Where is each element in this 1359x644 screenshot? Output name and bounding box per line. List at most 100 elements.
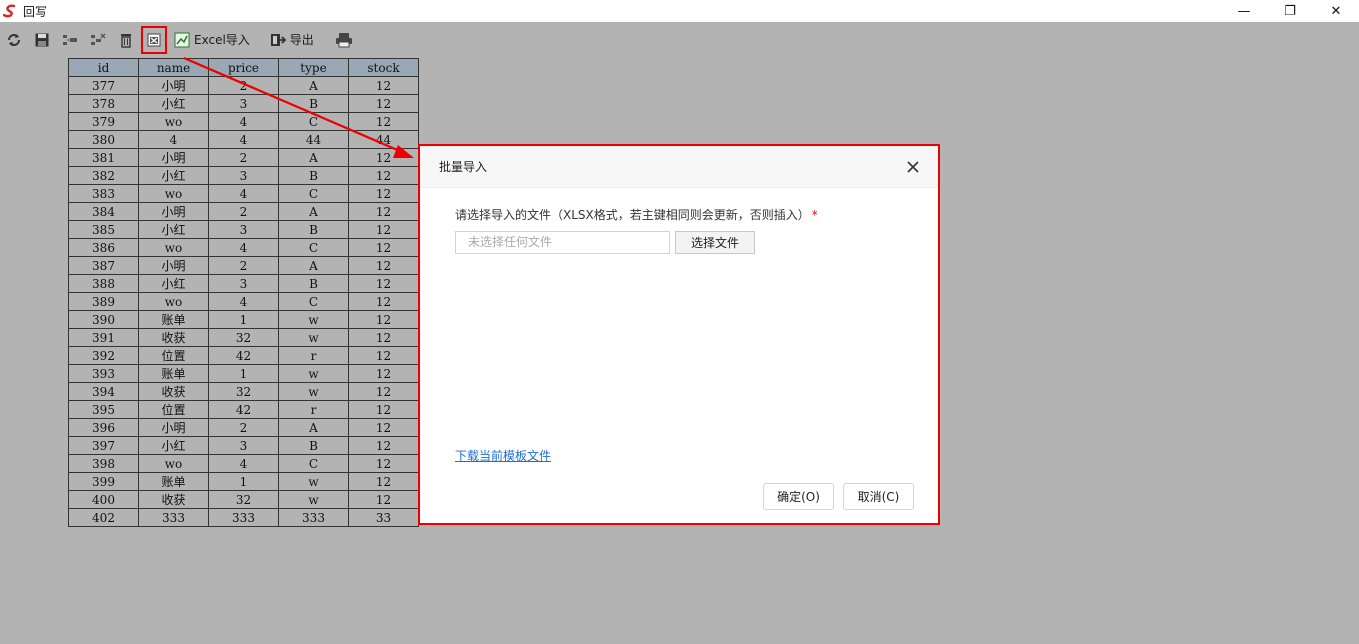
cell-price[interactable]: 4: [208, 238, 279, 257]
table-row[interactable]: 393 账单 1 w 12: [68, 364, 419, 383]
cell-name[interactable]: 333: [138, 508, 209, 527]
cell-name[interactable]: 小明: [138, 76, 209, 95]
cell-id[interactable]: 394: [68, 382, 139, 401]
cell-price[interactable]: 2: [208, 76, 279, 95]
table-row[interactable]: 387 小明 2 A 12: [68, 256, 419, 275]
cell-id[interactable]: 384: [68, 202, 139, 221]
cell-id[interactable]: 389: [68, 292, 139, 311]
table-row[interactable]: 392 位置 42 r 12: [68, 346, 419, 365]
cell-stock[interactable]: 12: [348, 76, 419, 95]
cell-type[interactable]: A: [278, 418, 349, 437]
print-button[interactable]: [330, 27, 358, 53]
cell-name[interactable]: wo: [138, 292, 209, 311]
cell-type[interactable]: C: [278, 112, 349, 131]
cell-stock[interactable]: 44: [348, 130, 419, 149]
cell-stock[interactable]: 12: [348, 310, 419, 329]
table-row[interactable]: 378 小红 3 B 12: [68, 94, 419, 113]
cell-stock[interactable]: 12: [348, 202, 419, 221]
cell-name[interactable]: 账单: [138, 472, 209, 491]
cell-type[interactable]: A: [278, 148, 349, 167]
cell-price[interactable]: 2: [208, 418, 279, 437]
cell-type[interactable]: 333: [278, 508, 349, 527]
cell-stock[interactable]: 12: [348, 94, 419, 113]
column-header-stock[interactable]: stock: [348, 58, 419, 77]
table-row[interactable]: 382 小红 3 B 12: [68, 166, 419, 185]
cell-id[interactable]: 387: [68, 256, 139, 275]
cell-stock[interactable]: 12: [348, 346, 419, 365]
dialog-close-button[interactable]: [904, 158, 922, 176]
table-row[interactable]: 389 wo 4 C 12: [68, 292, 419, 311]
table-row[interactable]: 399 账单 1 w 12: [68, 472, 419, 491]
cell-id[interactable]: 378: [68, 94, 139, 113]
cell-price[interactable]: 4: [208, 292, 279, 311]
table-row[interactable]: 395 位置 42 r 12: [68, 400, 419, 419]
column-header-type[interactable]: type: [278, 58, 349, 77]
cell-id[interactable]: 402: [68, 508, 139, 527]
cell-name[interactable]: 小红: [138, 220, 209, 239]
cell-price[interactable]: 1: [208, 310, 279, 329]
cell-type[interactable]: w: [278, 328, 349, 347]
column-header-price[interactable]: price: [208, 58, 279, 77]
cell-price[interactable]: 333: [208, 508, 279, 527]
cell-price[interactable]: 2: [208, 148, 279, 167]
table-row[interactable]: 380 4 4 44 44: [68, 130, 419, 149]
cell-name[interactable]: wo: [138, 112, 209, 131]
cell-id[interactable]: 379: [68, 112, 139, 131]
table-row[interactable]: 377 小明 2 A 12: [68, 76, 419, 95]
ok-button[interactable]: 确定(O): [763, 483, 834, 510]
cell-type[interactable]: w: [278, 382, 349, 401]
cell-price[interactable]: 4: [208, 184, 279, 203]
cell-name[interactable]: 收获: [138, 328, 209, 347]
cell-id[interactable]: 398: [68, 454, 139, 473]
cell-price[interactable]: 42: [208, 346, 279, 365]
table-row[interactable]: 398 wo 4 C 12: [68, 454, 419, 473]
cell-name[interactable]: 小明: [138, 256, 209, 275]
cell-stock[interactable]: 12: [348, 436, 419, 455]
cell-type[interactable]: w: [278, 490, 349, 509]
cell-type[interactable]: C: [278, 454, 349, 473]
cell-type[interactable]: C: [278, 184, 349, 203]
cell-name[interactable]: wo: [138, 454, 209, 473]
cell-id[interactable]: 380: [68, 130, 139, 149]
cell-price[interactable]: 3: [208, 166, 279, 185]
cell-stock[interactable]: 12: [348, 418, 419, 437]
cell-id[interactable]: 393: [68, 364, 139, 383]
cell-stock[interactable]: 33: [348, 508, 419, 527]
cell-price[interactable]: 3: [208, 436, 279, 455]
table-row[interactable]: 397 小红 3 B 12: [68, 436, 419, 455]
cell-type[interactable]: B: [278, 166, 349, 185]
refresh-button[interactable]: [0, 27, 28, 53]
cell-name[interactable]: wo: [138, 238, 209, 257]
cell-stock[interactable]: 12: [348, 274, 419, 293]
cell-name[interactable]: 位置: [138, 346, 209, 365]
table-row[interactable]: 400 收获 32 w 12: [68, 490, 419, 509]
cell-name[interactable]: 小红: [138, 166, 209, 185]
cell-name[interactable]: 小红: [138, 436, 209, 455]
table-row[interactable]: 390 账单 1 w 12: [68, 310, 419, 329]
cell-price[interactable]: 4: [208, 130, 279, 149]
insert-row-button[interactable]: [56, 27, 84, 53]
cell-id[interactable]: 397: [68, 436, 139, 455]
cell-type[interactable]: C: [278, 292, 349, 311]
column-header-name[interactable]: name: [138, 58, 209, 77]
cancel-button[interactable]: 取消(C): [843, 483, 914, 510]
excel-import-button[interactable]: Excel导入: [168, 27, 256, 53]
cell-type[interactable]: w: [278, 472, 349, 491]
batch-import-button[interactable]: [140, 25, 168, 54]
cell-stock[interactable]: 12: [348, 490, 419, 509]
cell-type[interactable]: r: [278, 346, 349, 365]
cell-name[interactable]: 小红: [138, 274, 209, 293]
cell-id[interactable]: 386: [68, 238, 139, 257]
table-row[interactable]: 383 wo 4 C 12: [68, 184, 419, 203]
cell-price[interactable]: 2: [208, 256, 279, 275]
cell-price[interactable]: 3: [208, 220, 279, 239]
cell-price[interactable]: 32: [208, 490, 279, 509]
choose-file-button[interactable]: 选择文件: [675, 231, 755, 254]
close-window-button[interactable]: ✕: [1313, 0, 1359, 22]
cell-type[interactable]: w: [278, 310, 349, 329]
table-row[interactable]: 396 小明 2 A 12: [68, 418, 419, 437]
table-row[interactable]: 385 小红 3 B 12: [68, 220, 419, 239]
cell-name[interactable]: 账单: [138, 364, 209, 383]
cell-id[interactable]: 396: [68, 418, 139, 437]
cell-id[interactable]: 382: [68, 166, 139, 185]
